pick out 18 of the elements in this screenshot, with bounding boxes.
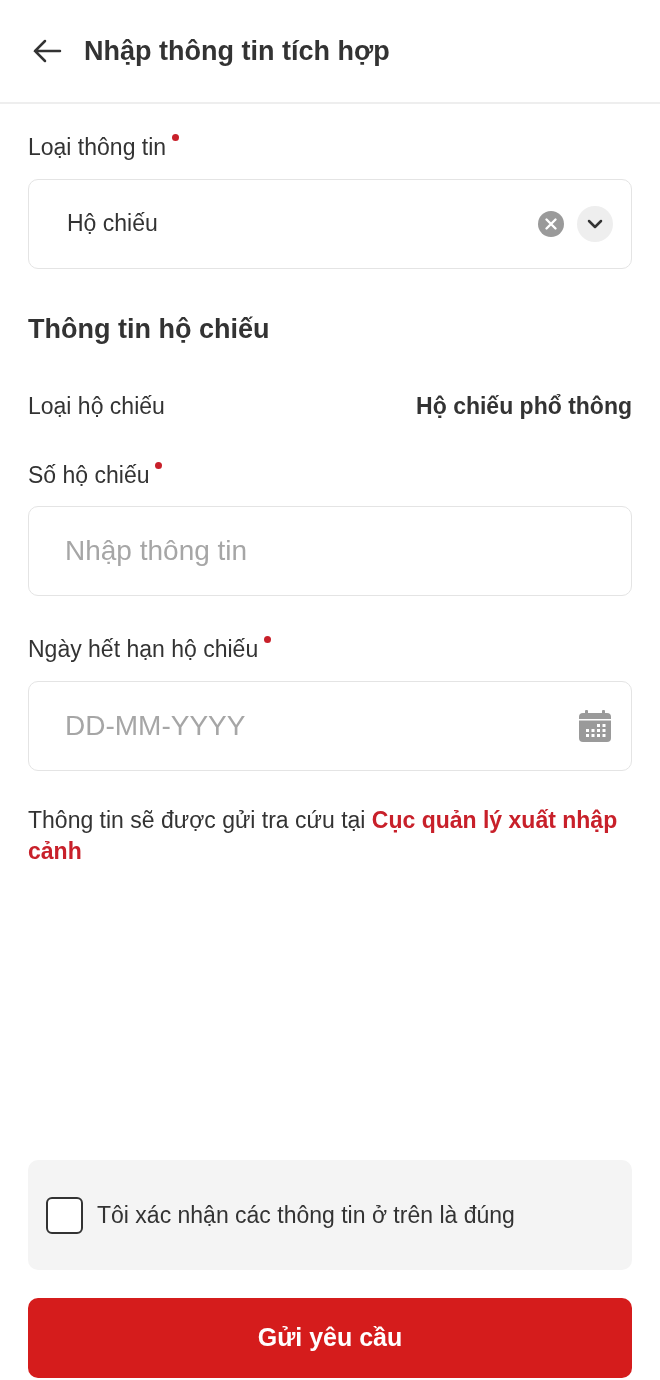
back-arrow-icon[interactable] [32, 39, 62, 63]
info-type-select[interactable]: Hộ chiếu [28, 178, 632, 269]
field-label: Ngày hết hạn hộ chiếu [28, 635, 259, 664]
field-value: Hộ chiếu phổ thông [416, 392, 632, 421]
chevron-down-icon[interactable] [577, 205, 613, 242]
info-note: Thông tin sẽ được gửi tra cứu tại Cục quản lý xuất nhập cảnh [28, 805, 619, 866]
date-field[interactable]: DD-MM-YYYY [28, 680, 632, 771]
field-label: Loại hộ chiếu [28, 392, 165, 421]
section-heading: Thông tin hộ chiếu [28, 312, 271, 346]
page-title: Nhập thông tin tích hợp [84, 34, 390, 68]
calendar-icon[interactable] [578, 708, 612, 743]
field-label: Loại thông tin [28, 133, 167, 162]
submit-button[interactable]: Gửi yêu cầu [28, 1298, 632, 1378]
clear-icon[interactable] [537, 209, 565, 238]
field-label: Số hộ chiếu [28, 460, 150, 490]
input-field[interactable]: Nhập thông tin [28, 506, 632, 596]
confirm-label: Tôi xác nhận các thông tin ở trên là đúng [97, 1200, 515, 1230]
checkbox[interactable] [46, 1196, 83, 1234]
